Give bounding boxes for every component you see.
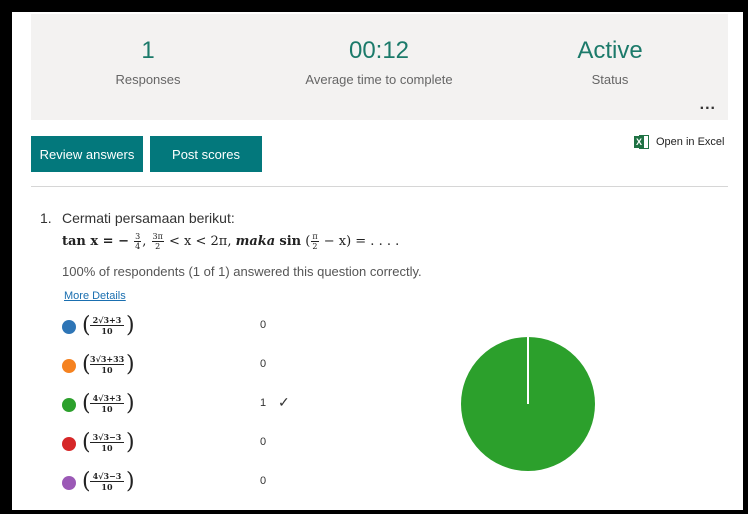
option-label: 3√3+33 10: [90, 354, 125, 375]
formula-maka: maka: [235, 234, 276, 249]
question-title: Cermati persamaan berikut:: [62, 210, 235, 226]
option-label: 2√3+3 10: [90, 315, 124, 336]
divider: [31, 186, 728, 187]
question-result-summary: 100% of respondents (1 of 1) answered th…: [62, 264, 422, 279]
results-pie-chart: [461, 337, 595, 471]
post-scores-button[interactable]: Post scores: [150, 136, 262, 172]
answer-option: ( 2√3+3 10 ) 0: [62, 312, 322, 342]
option-count: 0: [260, 436, 267, 448]
option-count: 0: [260, 319, 267, 331]
open-in-excel-link[interactable]: X Open in Excel: [634, 133, 724, 151]
status-stat: Active Status: [495, 36, 725, 87]
answer-option: ( 3√3+33 10 ) 0: [62, 351, 322, 381]
option-count: 1: [260, 397, 267, 409]
legend-dot: [62, 476, 76, 490]
responses-stat: 1 Responses: [33, 36, 263, 87]
option-label: 4√3−3 10: [90, 471, 124, 492]
legend-dot: [62, 359, 76, 373]
formula-rest: − x) = . . . .: [323, 234, 400, 249]
formula-fraction-3: π 2: [311, 232, 319, 251]
question-formula: tan x = − 3 4 , 3π 2 < x < 2π, maka sin …: [62, 232, 400, 251]
formula-range: < x < 2π,: [169, 234, 232, 249]
formula-lhs: tan x = −: [62, 234, 129, 249]
more-options-button[interactable]: ...: [700, 96, 716, 114]
option-label: 4√3+3 10: [90, 393, 124, 414]
excel-icon: X: [634, 134, 650, 150]
answer-option: ( 4√3−3 10 ) 0: [62, 468, 322, 498]
responses-count: 1: [141, 37, 155, 64]
average-time-value: 00:12: [348, 37, 410, 64]
answer-option: ( 4√3+3 10 ) 1 ✓: [62, 390, 322, 420]
more-details-link[interactable]: More Details: [64, 290, 126, 302]
status-label: Status: [591, 72, 629, 87]
option-count: 0: [260, 475, 267, 487]
option-label: 3√3−3 10: [90, 432, 124, 453]
question-number: 1.: [40, 210, 52, 226]
answer-option: ( 3√3−3 10 ) 0: [62, 429, 322, 459]
option-count: 0: [260, 358, 267, 370]
formula-sin: sin: [279, 234, 302, 249]
average-time-label: Average time to complete: [305, 72, 453, 87]
legend-dot: [62, 398, 76, 412]
form-results-panel: 1 Responses 00:12 Average time to comple…: [12, 12, 743, 510]
legend-dot: [62, 437, 76, 451]
average-time-stat: 00:12 Average time to complete: [264, 36, 494, 87]
open-in-excel-label: Open in Excel: [656, 136, 725, 148]
formula-fraction-2: 3π 2: [151, 232, 164, 251]
status-value: Active: [577, 37, 643, 64]
legend-dot: [62, 320, 76, 334]
review-answers-button[interactable]: Review answers: [31, 136, 143, 172]
responses-label: Responses: [115, 72, 181, 87]
summary-bar: 1 Responses 00:12 Average time to comple…: [31, 14, 728, 120]
formula-fraction-1: 3 4: [134, 232, 142, 251]
correct-check-icon: ✓: [278, 394, 290, 410]
